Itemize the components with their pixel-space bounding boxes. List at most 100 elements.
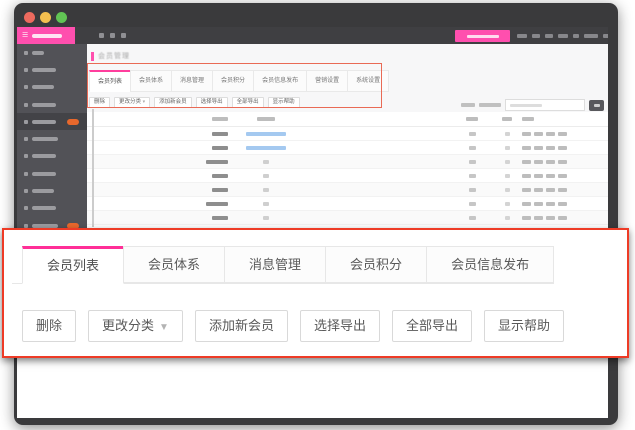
top-nav-menu-item[interactable] bbox=[603, 34, 608, 38]
cell-contact-link[interactable] bbox=[246, 132, 286, 136]
cell-contact-link[interactable] bbox=[263, 202, 269, 206]
table-row[interactable] bbox=[87, 169, 608, 183]
sidebar-menu-item[interactable] bbox=[17, 182, 87, 199]
row-action-link[interactable] bbox=[522, 160, 531, 164]
top-nav-menu-item[interactable] bbox=[517, 34, 527, 38]
tab-message-management[interactable]: 消息管理 bbox=[224, 246, 326, 283]
minimize-window-button[interactable] bbox=[40, 12, 51, 23]
row-action-link[interactable] bbox=[558, 188, 567, 192]
cell-points bbox=[212, 216, 228, 220]
sidebar-menu-item[interactable] bbox=[17, 44, 87, 61]
cell-contact-link[interactable] bbox=[263, 160, 269, 164]
col-count bbox=[466, 117, 478, 121]
sidebar-menu-item[interactable] bbox=[17, 61, 87, 78]
row-action-link[interactable] bbox=[534, 202, 543, 206]
top-nav-menu-item[interactable] bbox=[545, 34, 553, 38]
export-all-button[interactable]: 全部导出 bbox=[392, 310, 472, 342]
row-action-link[interactable] bbox=[558, 146, 567, 150]
show-help-button[interactable]: 显示帮助 bbox=[484, 310, 564, 342]
search-input[interactable] bbox=[505, 99, 585, 111]
row-action-link[interactable] bbox=[546, 216, 555, 220]
sidebar-menu-item[interactable] bbox=[17, 79, 87, 96]
tab-member-list[interactable]: 会员列表 bbox=[89, 70, 131, 92]
change-category-button[interactable]: 更改分类 ▾ bbox=[114, 97, 150, 108]
cell-contact-link[interactable] bbox=[263, 174, 269, 178]
table-row[interactable] bbox=[87, 155, 608, 169]
row-action-link[interactable] bbox=[546, 146, 555, 150]
row-action-link[interactable] bbox=[522, 132, 531, 136]
table-row[interactable] bbox=[87, 141, 608, 155]
delete-button[interactable]: 删除 bbox=[22, 310, 76, 342]
nav-link-icon[interactable] bbox=[121, 33, 126, 38]
tab-member-info-publish[interactable]: 会员信息发布 bbox=[426, 246, 554, 283]
brand-logo[interactable]: ☰ bbox=[17, 27, 75, 44]
row-action-link[interactable] bbox=[558, 202, 567, 206]
add-member-button[interactable]: 添加新会员 bbox=[195, 310, 288, 342]
row-action-link[interactable] bbox=[534, 132, 543, 136]
row-action-link[interactable] bbox=[534, 146, 543, 150]
export-all-button[interactable]: 全部导出 bbox=[232, 97, 264, 108]
row-action-link[interactable] bbox=[522, 146, 531, 150]
row-action-link[interactable] bbox=[522, 216, 531, 220]
top-nav-menu-item[interactable] bbox=[584, 34, 598, 38]
top-nav-menu-item[interactable] bbox=[573, 34, 579, 38]
export-selected-button[interactable]: 选择导出 bbox=[300, 310, 380, 342]
window-titlebar[interactable] bbox=[14, 3, 618, 27]
tab-member-info-publish[interactable]: 会员信息发布 bbox=[253, 70, 307, 92]
sidebar-menu-item[interactable] bbox=[17, 130, 87, 147]
table-row[interactable] bbox=[87, 127, 608, 141]
tab-member-points[interactable]: 会员积分 bbox=[325, 246, 427, 283]
cell-contact-link[interactable] bbox=[263, 216, 269, 220]
table-row[interactable] bbox=[87, 183, 608, 197]
delete-button[interactable]: 删除 bbox=[89, 97, 110, 108]
row-action-link[interactable] bbox=[546, 202, 555, 206]
sidebar-menu-item[interactable] bbox=[17, 113, 87, 130]
tab-member-points[interactable]: 会员积分 bbox=[212, 70, 254, 92]
row-checkbox[interactable] bbox=[92, 208, 94, 227]
row-action-link[interactable] bbox=[546, 132, 555, 136]
cell-contact-link[interactable] bbox=[263, 188, 269, 192]
account-pill-button[interactable] bbox=[455, 30, 510, 42]
table-row[interactable] bbox=[87, 211, 608, 225]
row-action-link[interactable] bbox=[546, 160, 555, 164]
export-selected-button[interactable]: 选择导出 bbox=[196, 97, 228, 108]
maximize-window-button[interactable] bbox=[56, 12, 67, 23]
sidebar-menu-item[interactable] bbox=[17, 165, 87, 182]
row-action-link[interactable] bbox=[534, 160, 543, 164]
sidebar-menu-item[interactable] bbox=[17, 96, 87, 113]
row-action-link[interactable] bbox=[558, 216, 567, 220]
row-action-link[interactable] bbox=[546, 174, 555, 178]
tab-member-system[interactable]: 会员体系 bbox=[123, 246, 225, 283]
add-member-button[interactable]: 添加新会员 bbox=[154, 97, 192, 108]
close-window-button[interactable] bbox=[24, 12, 35, 23]
row-action-link[interactable] bbox=[558, 160, 567, 164]
tab-member-system[interactable]: 会员体系 bbox=[130, 70, 172, 92]
row-action-link[interactable] bbox=[522, 202, 531, 206]
row-action-link[interactable] bbox=[534, 174, 543, 178]
cell-points bbox=[212, 146, 228, 150]
show-help-button[interactable]: 显示帮助 bbox=[268, 97, 300, 108]
tab-system-settings[interactable]: 系统设置 bbox=[347, 70, 389, 92]
sidebar-menu-item[interactable] bbox=[17, 200, 87, 217]
cell-contact-link[interactable] bbox=[246, 146, 286, 150]
search-button[interactable] bbox=[589, 100, 604, 111]
tab-message-management[interactable]: 消息管理 bbox=[171, 70, 213, 92]
table-row[interactable] bbox=[87, 197, 608, 211]
row-action-link[interactable] bbox=[522, 174, 531, 178]
row-action-link[interactable] bbox=[522, 188, 531, 192]
row-action-link[interactable] bbox=[534, 216, 543, 220]
sidebar-item-icon bbox=[24, 137, 28, 141]
sidebar-menu-item[interactable] bbox=[17, 148, 87, 165]
row-action-link[interactable] bbox=[546, 188, 555, 192]
nav-more-icon[interactable] bbox=[110, 33, 115, 38]
top-nav-menu-item[interactable] bbox=[532, 34, 540, 38]
change-category-button[interactable]: 更改分类▼ bbox=[88, 310, 183, 342]
top-nav-menu-item[interactable] bbox=[558, 34, 568, 38]
row-action-link[interactable] bbox=[558, 132, 567, 136]
row-action-link[interactable] bbox=[534, 188, 543, 192]
tab-marketing-settings[interactable]: 营销设置 bbox=[306, 70, 348, 92]
cell-status bbox=[505, 160, 510, 164]
row-action-link[interactable] bbox=[558, 174, 567, 178]
nav-refresh-icon[interactable] bbox=[99, 33, 104, 38]
tab-member-list[interactable]: 会员列表 bbox=[22, 246, 124, 284]
